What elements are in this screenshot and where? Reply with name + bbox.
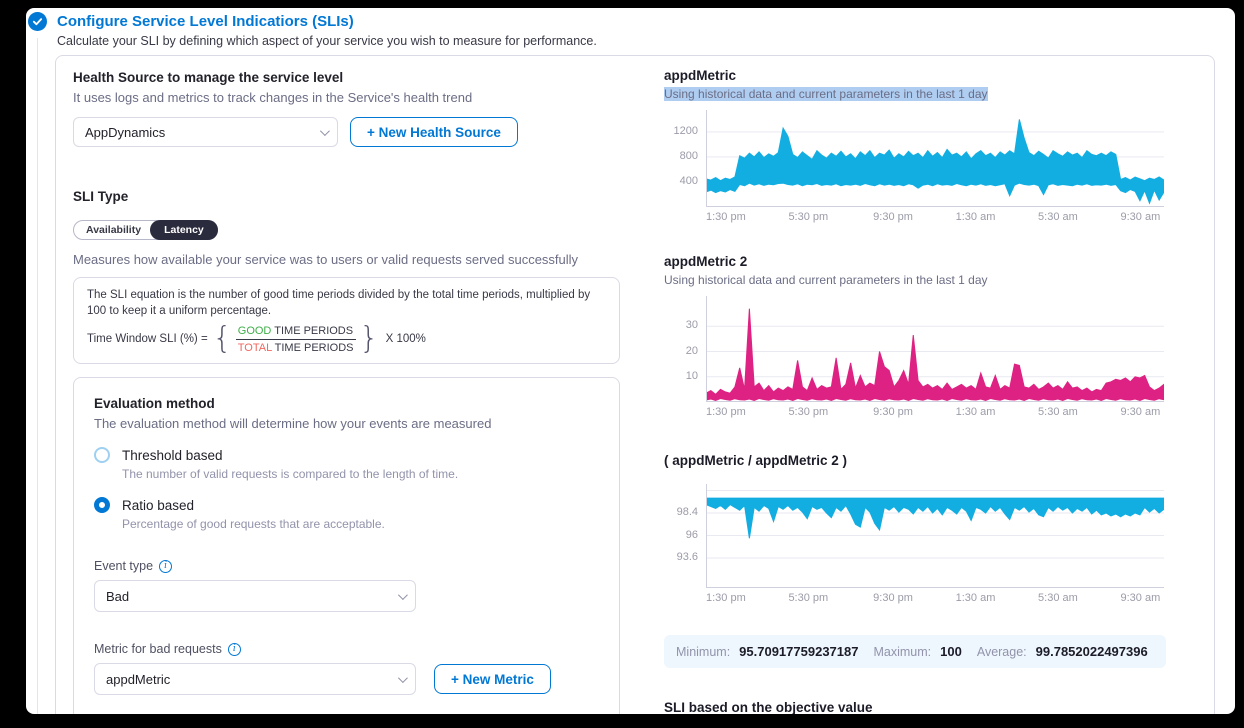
step-connector-line — [37, 38, 38, 714]
sli-type-description: Measures how available your service was … — [73, 252, 620, 267]
new-metric-button[interactable]: + New Metric — [434, 664, 551, 694]
metric-bad-value: appdMetric — [106, 672, 170, 687]
page-subtitle: Calculate your SLI by defining which asp… — [57, 34, 597, 48]
y-axis-labels: 4008001200 — [664, 110, 706, 207]
x-axis-labels: 1:30 pm5:30 pm9:30 pm1:30 am5:30 am9:30 … — [706, 592, 1164, 609]
sli-type-label: SLI Type — [73, 189, 620, 204]
chart-ratio: ( appdMetric / appdMetric 2 ) 93.69698.4… — [664, 453, 1164, 609]
chart-title: appdMetric 2 — [664, 254, 1164, 269]
sli-equation-formula: Time Window SLI (%) = { GOOD TIME PERIOD… — [87, 324, 606, 354]
open-brace: { — [213, 324, 232, 354]
minimum-label: Minimum: — [676, 645, 730, 659]
ratio-stats-bar: Minimum: 95.70917759237187 Maximum: 100 … — [664, 635, 1166, 668]
chart-subtitle: Using historical data and current parame… — [664, 87, 988, 101]
info-icon[interactable]: i — [159, 560, 172, 573]
chart-title: ( appdMetric / appdMetric 2 ) — [664, 453, 1164, 468]
evaluation-method-card: Evaluation method The evaluation method … — [73, 377, 620, 714]
page: Configure Service Level Indicatiors (SLI… — [26, 8, 1235, 714]
y-axis-labels: 102030 — [664, 296, 706, 402]
health-source-selected-value: AppDynamics — [85, 125, 165, 140]
event-type-label: Event type — [94, 559, 153, 573]
chart-appdmetric-2: appdMetric 2 Using historical data and c… — [664, 254, 1164, 423]
threshold-based-label: Threshold based — [122, 448, 223, 463]
radio-threshold-based[interactable]: Threshold based — [94, 447, 599, 463]
equation-good-term: GOOD — [238, 325, 272, 337]
health-source-label: Health Source to manage the service leve… — [73, 70, 620, 85]
x-axis-labels: 1:30 pm5:30 pm9:30 pm1:30 am5:30 am9:30 … — [706, 211, 1164, 228]
health-source-description: It uses logs and metrics to track change… — [73, 90, 620, 105]
metric-bad-label-row: Metric for bad requests i — [94, 642, 599, 656]
sli-config-card: Health Source to manage the service leve… — [55, 55, 1215, 714]
radio-selected-icon[interactable] — [94, 497, 110, 513]
sli-equation-box: The SLI equation is the number of good t… — [73, 277, 620, 364]
charts-panel: appdMetric Using historical data and cur… — [664, 68, 1164, 714]
minimum-value: 95.70917759237187 — [739, 644, 858, 659]
maximum-value: 100 — [940, 644, 962, 659]
x-axis-labels: 1:30 pm5:30 pm9:30 pm1:30 am5:30 am9:30 … — [706, 406, 1164, 423]
event-type-value: Bad — [106, 589, 129, 604]
threshold-based-description: The number of valid requests is compared… — [122, 467, 599, 481]
event-type-select[interactable]: Bad — [94, 580, 416, 612]
equation-total-term: TOTAL — [238, 342, 272, 354]
evaluation-method-description: The evaluation method will determine how… — [94, 416, 599, 431]
step-complete-check-icon — [28, 12, 47, 31]
chevron-down-icon — [398, 590, 408, 600]
chart-plot-area — [706, 296, 1164, 402]
equation-fraction: GOOD TIME PERIODS TOTAL TIME PERIODS — [236, 325, 356, 354]
chart-appdmetric: appdMetric Using historical data and cur… — [664, 68, 1164, 228]
chevron-down-icon — [320, 126, 330, 136]
average-label: Average: — [977, 645, 1027, 659]
sli-type-toggle: Availability Latency — [73, 220, 218, 240]
equation-total-rest: TIME PERIODS — [275, 342, 354, 354]
health-source-select[interactable]: AppDynamics — [73, 117, 338, 147]
chevron-down-icon — [398, 673, 408, 683]
ratio-based-label: Ratio based — [122, 498, 194, 513]
metric-bad-label: Metric for bad requests — [94, 642, 222, 656]
chart-plot-area — [706, 110, 1164, 207]
evaluation-method-label: Evaluation method — [94, 396, 599, 411]
sli-equation-text: The SLI equation is the number of good t… — [87, 288, 606, 319]
equation-prefix: Time Window SLI (%) = — [87, 333, 208, 345]
new-health-source-button[interactable]: + New Health Source — [350, 117, 518, 147]
chart-subtitle: Using historical data and current parame… — [664, 273, 988, 287]
sli-type-option-availability[interactable]: Availability — [74, 221, 151, 239]
event-type-label-row: Event type i — [94, 559, 599, 573]
equation-good-rest: TIME PERIODS — [274, 325, 353, 337]
equation-suffix: X 100% — [386, 333, 426, 345]
close-brace: } — [360, 324, 379, 354]
metric-bad-select[interactable]: appdMetric — [94, 663, 416, 695]
average-value: 99.7852022497396 — [1036, 644, 1148, 659]
objective-value-heading: SLI based on the objective value — [664, 700, 1164, 714]
sli-form-column: Health Source to manage the service leve… — [73, 70, 620, 714]
y-axis-labels: 93.69698.4 — [664, 484, 706, 588]
page-title: Configure Service Level Indicatiors (SLI… — [57, 13, 354, 30]
radio-unselected-icon[interactable] — [94, 447, 110, 463]
maximum-label: Maximum: — [873, 645, 931, 659]
chart-title: appdMetric — [664, 68, 1164, 83]
radio-ratio-based[interactable]: Ratio based — [94, 497, 599, 513]
ratio-based-description: Percentage of good requests that are acc… — [122, 517, 599, 531]
chart-plot-area — [706, 484, 1164, 588]
info-icon[interactable]: i — [228, 643, 241, 656]
sli-type-option-latency[interactable]: Latency — [150, 220, 218, 240]
